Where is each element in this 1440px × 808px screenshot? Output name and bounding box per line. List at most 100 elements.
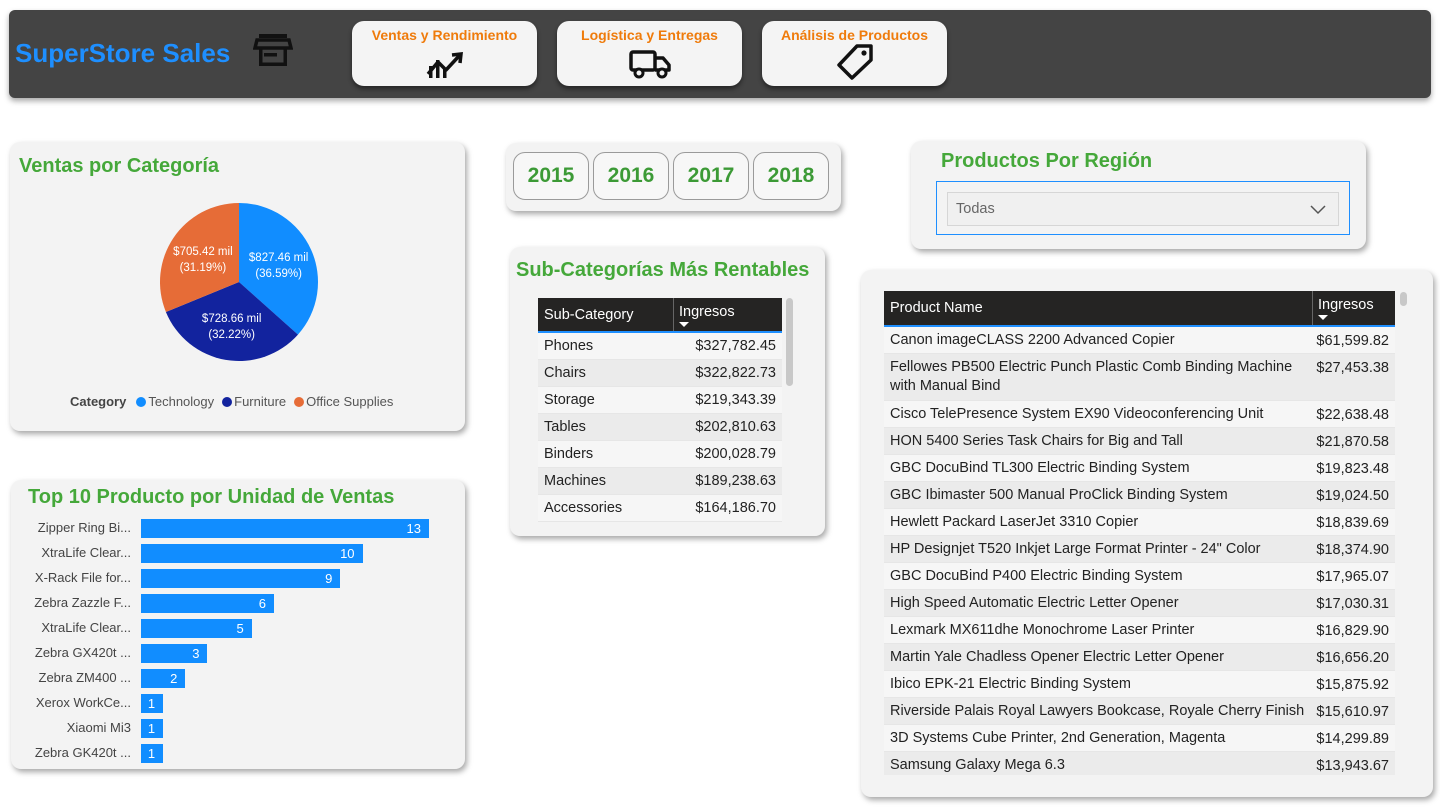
bar-mark[interactable]: 10 [141,544,363,563]
table-row[interactable]: GBC DocuBind TL300 Electric Binding Syst… [884,455,1395,482]
bar-value-label: 1 [147,721,156,736]
pie-data-label: $827.46 mil [249,252,308,264]
bar-mark[interactable]: 1 [141,719,164,738]
top10-bar-chart: Zipper Ring Bi... 13 XtraLife Clear... 10 X-… [11,519,465,769]
table-row[interactable]: Binders $200,028.79 [538,441,782,468]
table-row[interactable]: Ibico EPK-21 Electric Binding System $15,… [884,671,1395,698]
table-row[interactable]: Lexmark MX611dhe Monochrome Laser Printe… [884,617,1395,644]
table-row[interactable]: Martin Yale Chadless Opener Electric Let… [884,644,1395,671]
cell-name: HP Designjet T520 Inkjet Large Format Pr… [890,540,1261,557]
nav-button-logistica[interactable]: Logística y Entregas [557,21,742,86]
table-row[interactable]: High Speed Automatic Electric Letter Ope… [884,590,1395,617]
bar-mark[interactable]: 3 [141,644,208,663]
cell-ingresos: $15,610.97 [1316,704,1389,720]
table-row[interactable]: GBC DocuBind P400 Electric Binding Syste… [884,563,1395,590]
bar-mark[interactable]: 2 [141,669,186,688]
bar-mark[interactable]: 6 [141,594,274,613]
legend-item-office-supplies[interactable]: Office Supplies [294,394,393,409]
table-row[interactable]: 3D Systems Cube Printer, 2nd Generation,… [884,725,1395,752]
pie-percent-label: (32.22%) [208,329,255,341]
table-header: Product Name Ingresos [884,291,1395,327]
legend-title: Category [70,394,127,409]
bar-category-label: XtraLife Clear... [41,620,131,635]
cell-name: Cisco TelePresence System EX90 Videoconf… [890,405,1264,422]
cell-name: Riverside Palais Royal Lawyers Bookcase,… [890,702,1305,719]
bar-category-label: Xerox WorkCe... [35,695,131,710]
product-table: Product Name Ingresos Canon imageCLASS 2… [884,291,1395,775]
cell-name: Storage [544,392,595,408]
cell-name: GBC Ibimaster 500 Manual ProClick Bindin… [890,486,1228,503]
cell-ingresos: $202,810.63 [695,419,776,435]
table-row[interactable]: Storage $219,343.39 [538,387,782,414]
bar-mark[interactable]: 1 [141,694,164,713]
bar-mark[interactable]: 9 [141,569,341,588]
subcategory-card: Sub-Categorías Más Rentables Sub-Categor… [510,247,825,536]
subcategory-title: Sub-Categorías Más Rentables [516,259,810,281]
cell-ingresos: $322,822.73 [695,365,776,381]
table-row[interactable]: Hewlett Packard LaserJet 3310 Copier $18,… [884,509,1395,536]
region-select[interactable]: Todas [936,181,1350,235]
cell-name: High Speed Automatic Electric Letter Ope… [890,594,1179,611]
cell-name: Hewlett Packard LaserJet 3310 Copier [890,513,1139,530]
cell-name: Canon imageCLASS 2200 Advanced Copier [890,331,1175,348]
table-row[interactable]: Phones $327,782.45 [538,333,782,360]
cell-ingresos: $27,453.38 [1316,360,1389,376]
nav-button-ventas[interactable]: Ventas y Rendimiento [352,21,537,86]
table-row[interactable]: HON 5400 Series Task Chairs for Big and … [884,428,1395,455]
table-row[interactable]: Accessories $164,186.70 [538,495,782,522]
legend-dot [222,396,233,407]
bar-category-label: XtraLife Clear... [41,545,131,560]
cell-ingresos: $61,599.82 [1316,333,1389,349]
region-title: Productos Por Región [941,150,1153,172]
cell-name: Samsung Galaxy Mega 6.3 [890,756,1065,773]
column-header-subcategory[interactable]: Sub-Category [538,298,633,331]
year-button-2018[interactable]: 2018 [753,152,829,200]
bar-category-label: X-Rack File for... [34,570,131,585]
cell-ingresos: $200,028.79 [695,446,776,462]
year-button-2017[interactable]: 2017 [673,152,749,200]
table-row[interactable]: Riverside Palais Royal Lawyers Bookcase,… [884,698,1395,725]
cell-ingresos: $19,823.48 [1316,461,1389,477]
table-row[interactable]: GBC Ibimaster 500 Manual ProClick Bindin… [884,482,1395,509]
subcategory-table: Sub-Category Ingresos Phones $327,782.45 C… [538,298,782,522]
column-header-product-name[interactable]: Product Name [884,291,983,325]
table-row[interactable]: Tables $202,810.63 [538,414,782,441]
product-table-card: Product Name Ingresos Canon imageCLASS 2… [861,270,1433,797]
table-row[interactable]: Fellowes PB500 Electric Punch Plastic Co… [884,354,1395,401]
cell-ingresos: $16,829.90 [1316,623,1389,639]
cell-ingresos: $189,238.63 [695,473,776,489]
cell-ingresos: $22,638.48 [1316,407,1389,423]
scrollbar[interactable] [1400,292,1407,306]
region-slicer-card: Productos Por Región Todas [911,141,1366,249]
table-row[interactable]: Chairs $322,822.73 [538,360,782,387]
year-button-2016[interactable]: 2016 [593,152,669,200]
cell-ingresos: $164,186.70 [695,500,776,516]
header-bar: SuperStore Sales Ventas y Rendimiento Lo… [9,10,1431,98]
top10-card: Top 10 Producto por Unidad de Ventas Zip… [11,480,465,769]
cell-name: 3D Systems Cube Printer, 2nd Generation,… [890,729,1226,746]
table-row[interactable]: Samsung Galaxy Mega 6.3 $13,943.67 [884,752,1395,775]
scrollbar[interactable] [786,298,793,386]
cell-ingresos: $14,299.89 [1316,731,1389,747]
cell-ingresos: $21,870.58 [1316,434,1389,450]
trend-chart-icon [426,52,463,78]
bar-category-label: Xiaomi Mi3 [66,720,131,735]
bar-mark[interactable]: 5 [141,619,252,638]
table-row[interactable]: Cisco TelePresence System EX90 Videoconf… [884,401,1395,428]
table-row[interactable]: Machines $189,238.63 [538,468,782,495]
top10-title: Top 10 Producto por Unidad de Ventas [28,486,395,508]
legend-item-technology[interactable]: Technology [136,394,214,409]
nav-button-analisis[interactable]: Análisis de Productos [762,21,947,86]
table-row[interactable]: Canon imageCLASS 2200 Advanced Copier $61… [884,327,1395,354]
cell-ingresos: $219,343.39 [695,392,776,408]
bar-mark[interactable]: 1 [141,744,164,763]
region-dropdown[interactable]: Todas [947,192,1339,226]
truck-icon [628,50,671,79]
legend-item-furniture[interactable]: Furniture [222,394,286,409]
category-pie-card: Ventas por Categoría $827.46 mil (36.59%)… [10,142,465,431]
bar-value-label: 1 [147,696,156,711]
bar-mark[interactable]: 13 [141,519,429,538]
pie-percent-label: (36.59%) [255,268,302,280]
table-row[interactable]: HP Designjet T520 Inkjet Large Format Pr… [884,536,1395,563]
year-button-2015[interactable]: 2015 [513,152,589,200]
